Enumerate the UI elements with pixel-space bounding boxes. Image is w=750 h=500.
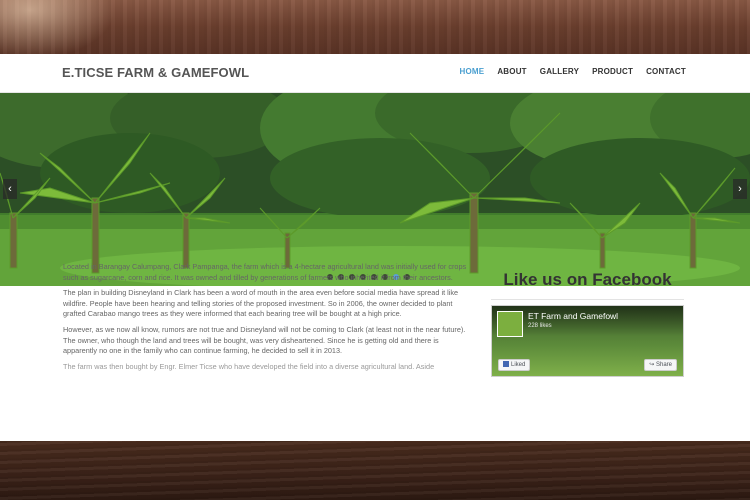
about-paragraph-1: Located in Barangay Calumpang, Clark Pam… [63,262,467,282]
slider-prev-arrow-icon[interactable]: ‹ [3,179,17,199]
hero-farm-image [0,93,750,286]
facebook-sidebar: Like us on Facebook ET Farm and Gamefowl… [491,270,684,377]
wood-background-top [0,0,750,54]
fb-share-label: Share [655,362,672,368]
hero-slider: ‹ › [0,93,750,286]
facebook-page-widget[interactable]: ET Farm and Gamefowl 228 likes Liked ↪ S… [491,305,684,377]
about-paragraph-2: The plan in building Disneyland in Clark… [63,288,459,319]
about-paragraph-4: The farm was then bought by Engr. Elmer … [63,361,435,371]
about-paragraph-3: However, as we now all know, rumors are … [63,324,466,356]
slider-next-arrow-icon[interactable]: › [733,179,747,199]
fb-liked-label: Liked [511,362,526,368]
nav-product[interactable]: PRODUCT [592,67,633,76]
wood-background-bottom [0,441,750,500]
fb-liked-button[interactable]: Liked [498,359,531,371]
nav-home[interactable]: HOME [460,67,485,76]
fb-page-name[interactable]: ET Farm and Gamefowl [528,311,618,321]
divider [491,299,684,300]
site-header: E.TICSE FARM & GAMEFOWL HOME ABOUT GALLE… [0,54,750,93]
about-content: Located in Barangay Calumpang, Clark Pam… [63,262,468,377]
main-nav: HOME ABOUT GALLERY PRODUCT CONTACT [460,67,686,76]
nav-about[interactable]: ABOUT [497,67,526,76]
nav-gallery[interactable]: GALLERY [540,67,579,76]
fb-share-button[interactable]: ↪ Share [644,359,677,371]
website: E.TICSE FARM & GAMEFOWL HOME ABOUT GALLE… [0,54,750,441]
page-avatar[interactable] [497,311,523,337]
fb-like-count: 228 likes [528,323,552,329]
share-icon: ↪ [649,362,656,368]
site-logo[interactable]: E.TICSE FARM & GAMEFOWL [62,65,249,80]
facebook-heading: Like us on Facebook [503,270,672,289]
facebook-icon [503,361,509,367]
nav-contact[interactable]: CONTACT [646,67,686,76]
